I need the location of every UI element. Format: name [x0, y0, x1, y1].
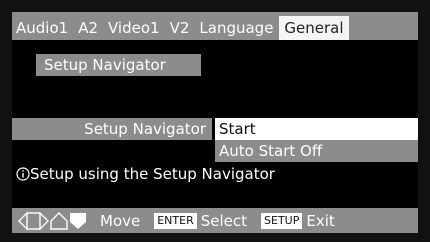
- select-label: Select: [200, 211, 248, 230]
- setting-label: Setup Navigator: [12, 118, 212, 140]
- option-list: Start Auto Start Off: [215, 118, 418, 162]
- info-message: Setup using the Setup Navigator: [16, 163, 275, 185]
- tab-a2[interactable]: A2: [74, 16, 102, 40]
- menu-item-setup-navigator[interactable]: Setup Navigator: [36, 54, 201, 76]
- info-text: Setup using the Setup Navigator: [30, 165, 275, 183]
- enter-key-badge: ENTER: [154, 212, 197, 229]
- tab-video1[interactable]: Video1: [104, 16, 164, 40]
- bottom-bar: Move ENTER Select SETUP Exit: [12, 208, 418, 233]
- setup-menu-screen: Audio1 A2 Video1 V2 Language General Set…: [12, 12, 418, 233]
- tab-general[interactable]: General: [279, 16, 349, 40]
- tab-bar: Audio1 A2 Video1 V2 Language General: [12, 12, 418, 40]
- option-auto-start-off[interactable]: Auto Start Off: [215, 140, 418, 162]
- option-start[interactable]: Start: [215, 118, 418, 140]
- exit-label: Exit: [306, 211, 335, 230]
- tab-language[interactable]: Language: [195, 16, 277, 40]
- setup-key-badge: SETUP: [261, 212, 303, 229]
- tab-audio1[interactable]: Audio1: [12, 16, 72, 40]
- arrow-keys-icon: [18, 211, 100, 230]
- move-label: Move: [100, 211, 141, 230]
- tab-v2[interactable]: V2: [166, 16, 194, 40]
- info-icon: [16, 163, 30, 185]
